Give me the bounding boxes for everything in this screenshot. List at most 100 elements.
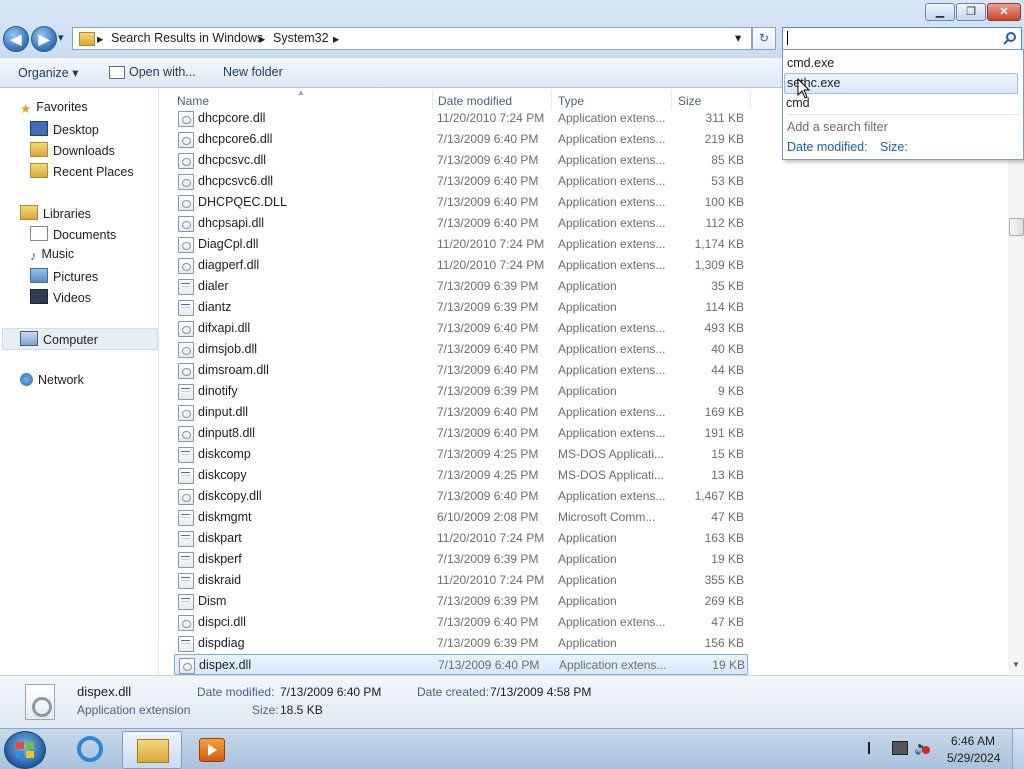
file-name: Dism bbox=[198, 594, 227, 608]
sidebar-item-downloads[interactable]: Downloads bbox=[30, 142, 115, 158]
column-header-name[interactable]: Name bbox=[177, 94, 209, 108]
sidebar-item-recent-places[interactable]: Recent Places bbox=[30, 163, 134, 179]
suggestion-cmd-exe[interactable]: cmd.exe bbox=[787, 56, 834, 70]
sidebar-item-documents[interactable]: Documents bbox=[30, 226, 116, 242]
column-divider[interactable] bbox=[432, 90, 433, 110]
clock-time[interactable]: 6:46 AM bbox=[951, 734, 995, 748]
show-desktop-button[interactable] bbox=[1012, 729, 1024, 769]
sidebar-item-computer[interactable]: Computer bbox=[20, 331, 98, 347]
close-button[interactable]: ✕ bbox=[987, 3, 1021, 21]
table-row[interactable]: dinotify 7/13/2009 6:39 PM Application 9 KB bbox=[174, 381, 748, 402]
table-row[interactable]: dispci.dll 7/13/2009 6:40 PM Application e… bbox=[174, 612, 748, 633]
sidebar-item-libraries[interactable]: Libraries bbox=[20, 205, 91, 221]
table-row[interactable]: dhcpcore.dll 11/20/2010 7:24 PM Applicatio… bbox=[174, 108, 748, 129]
column-header-size[interactable]: Size bbox=[678, 94, 701, 108]
open-with-button[interactable]: Open with... bbox=[129, 65, 196, 79]
sidebar-item-music[interactable]: ♪ Music bbox=[30, 247, 74, 263]
network-status-icon[interactable] bbox=[892, 741, 908, 755]
file-date-modified: 7/13/2009 6:40 PM bbox=[437, 615, 539, 629]
scrollbar-thumb[interactable] bbox=[1009, 218, 1024, 236]
table-row[interactable]: Dism 7/13/2009 6:39 PM Application 269 KB bbox=[174, 591, 748, 612]
file-date-modified: 7/13/2009 6:40 PM bbox=[437, 321, 539, 335]
filter-date-modified[interactable]: Date modified: bbox=[787, 140, 868, 154]
file-type: Microsoft Comm... bbox=[558, 510, 656, 524]
table-row[interactable]: diskperf 7/13/2009 6:39 PM Application 19 K… bbox=[174, 549, 748, 570]
file-name: diskmgmt bbox=[198, 510, 252, 524]
table-row[interactable]: dhcpcsvc.dll 7/13/2009 6:40 PM Application… bbox=[174, 150, 748, 171]
taskbar-media-player[interactable] bbox=[184, 731, 238, 767]
breadcrumb-separator-icon[interactable]: ▸ bbox=[97, 31, 103, 46]
text-cursor bbox=[787, 31, 788, 45]
table-row[interactable]: diskcomp 7/13/2009 4:25 PM MS-DOS Applicat… bbox=[174, 444, 748, 465]
address-bar[interactable]: ▸ Search Results in Windows ▸ System32 ▸… bbox=[72, 27, 752, 50]
sidebar-item-pictures[interactable]: Pictures bbox=[30, 268, 98, 284]
sidebar-item-videos[interactable]: Videos bbox=[30, 289, 91, 305]
back-button[interactable]: ◀ bbox=[3, 26, 29, 52]
column-divider[interactable] bbox=[671, 90, 672, 110]
column-divider[interactable] bbox=[750, 90, 751, 110]
file-name: difxapi.dll bbox=[198, 321, 251, 335]
file-name: dinput.dll bbox=[198, 405, 249, 419]
table-row[interactable]: DiagCpl.dll 11/20/2010 7:24 PM Application… bbox=[174, 234, 748, 255]
file-name: dhcpcsvc6.dll bbox=[198, 174, 274, 188]
taskbar-windows-explorer[interactable] bbox=[122, 731, 182, 769]
application-icon bbox=[178, 594, 194, 610]
table-row[interactable]: dhcpcsvc6.dll 7/13/2009 6:40 PM Applicatio… bbox=[174, 171, 748, 192]
recent-pages-button[interactable]: ▾ bbox=[58, 31, 64, 44]
organize-button[interactable]: Organize ▾ bbox=[18, 65, 78, 80]
start-button[interactable] bbox=[4, 731, 46, 769]
column-divider[interactable] bbox=[551, 90, 552, 110]
file-size: 85 KB bbox=[711, 153, 744, 167]
breadcrumb-separator-icon[interactable]: ▸ bbox=[333, 31, 339, 46]
table-row[interactable]: DHCPQEC.DLL 7/13/2009 6:40 PM Application … bbox=[174, 192, 748, 213]
restore-button[interactable]: ❐ bbox=[956, 3, 986, 21]
table-row[interactable]: dinput8.dll 7/13/2009 6:40 PM Application … bbox=[174, 423, 748, 444]
breadcrumb-system32[interactable]: System32 bbox=[273, 31, 329, 45]
taskbar-internet-explorer[interactable] bbox=[64, 731, 118, 767]
scroll-down-icon[interactable]: ▼ bbox=[1012, 660, 1020, 669]
table-row[interactable]: diskcopy.dll 7/13/2009 6:40 PM Application… bbox=[174, 486, 748, 507]
vertical-scrollbar[interactable] bbox=[1008, 88, 1024, 674]
minimize-button[interactable]: ▁ bbox=[925, 3, 955, 21]
dll-file-icon bbox=[178, 489, 194, 505]
table-row[interactable]: diskpart 11/20/2010 7:24 PM Application 163… bbox=[174, 528, 748, 549]
action-center-flag-icon[interactable] bbox=[868, 742, 880, 754]
table-row[interactable]: diskcopy 7/13/2009 4:25 PM MS-DOS Applicat… bbox=[174, 465, 748, 486]
file-type: Application extens... bbox=[558, 405, 666, 419]
table-row[interactable]: diantz 7/13/2009 6:39 PM Application 114 KB bbox=[174, 297, 748, 318]
search-box[interactable] bbox=[782, 27, 1022, 50]
column-header-date-modified[interactable]: Date modified bbox=[438, 94, 512, 108]
table-row[interactable]: difxapi.dll 7/13/2009 6:40 PM Application … bbox=[174, 318, 748, 339]
new-folder-button[interactable]: New folder bbox=[223, 65, 283, 79]
close-icon: ✕ bbox=[999, 6, 1009, 18]
sidebar-item-favorites[interactable]: ★ Favorites bbox=[20, 100, 88, 116]
breadcrumb-search-results[interactable]: Search Results in Windows bbox=[111, 31, 263, 45]
file-size: 35 KB bbox=[711, 279, 744, 293]
column-header-type[interactable]: Type bbox=[558, 94, 584, 108]
sidebar-item-label: Desktop bbox=[53, 123, 99, 137]
table-row[interactable]: dimsroam.dll 7/13/2009 6:40 PM Application… bbox=[174, 360, 748, 381]
file-size: 53 KB bbox=[711, 174, 744, 188]
table-row[interactable]: dhcpsapi.dll 7/13/2009 6:40 PM Application… bbox=[174, 213, 748, 234]
file-date-modified: 7/13/2009 6:40 PM bbox=[437, 153, 539, 167]
sidebar-item-network[interactable]: Network bbox=[20, 373, 84, 387]
table-row[interactable]: diagperf.dll 11/20/2010 7:24 PM Applicatio… bbox=[174, 255, 748, 276]
forward-button[interactable]: ▶ bbox=[31, 26, 57, 52]
table-row[interactable]: diskraid 11/20/2010 7:24 PM Application 355… bbox=[174, 570, 748, 591]
table-row[interactable]: diskmgmt 6/10/2009 2:08 PM Microsoft Comm.… bbox=[174, 507, 748, 528]
refresh-button[interactable]: ↻ bbox=[752, 27, 776, 50]
filter-size[interactable]: Size: bbox=[880, 140, 908, 154]
table-row[interactable]: dimsjob.dll 7/13/2009 6:40 PM Application … bbox=[174, 339, 748, 360]
taskbar: 🔈 6:46 AM 5/29/2024 bbox=[0, 728, 1024, 769]
table-row[interactable]: dialer 7/13/2009 6:39 PM Application 35 KB bbox=[174, 276, 748, 297]
breadcrumb-separator-icon[interactable]: ▸ bbox=[259, 31, 265, 46]
sidebar-item-desktop[interactable]: Desktop bbox=[30, 121, 99, 137]
table-row[interactable]: dispex.dll 7/13/2009 6:40 PM Application e… bbox=[174, 654, 748, 675]
table-row[interactable]: dispdiag 7/13/2009 6:39 PM Application 156 … bbox=[174, 633, 748, 654]
table-row[interactable]: dhcpcore6.dll 7/13/2009 6:40 PM Applicatio… bbox=[174, 129, 748, 150]
clock-date[interactable]: 5/29/2024 bbox=[947, 751, 1000, 765]
table-row[interactable]: dinput.dll 7/13/2009 6:40 PM Application e… bbox=[174, 402, 748, 423]
magnifier-icon[interactable] bbox=[1003, 31, 1017, 45]
suggestion-sethc-exe[interactable]: sethc.exe bbox=[784, 73, 1018, 94]
address-dropdown-icon[interactable]: ▾ bbox=[735, 30, 741, 45]
